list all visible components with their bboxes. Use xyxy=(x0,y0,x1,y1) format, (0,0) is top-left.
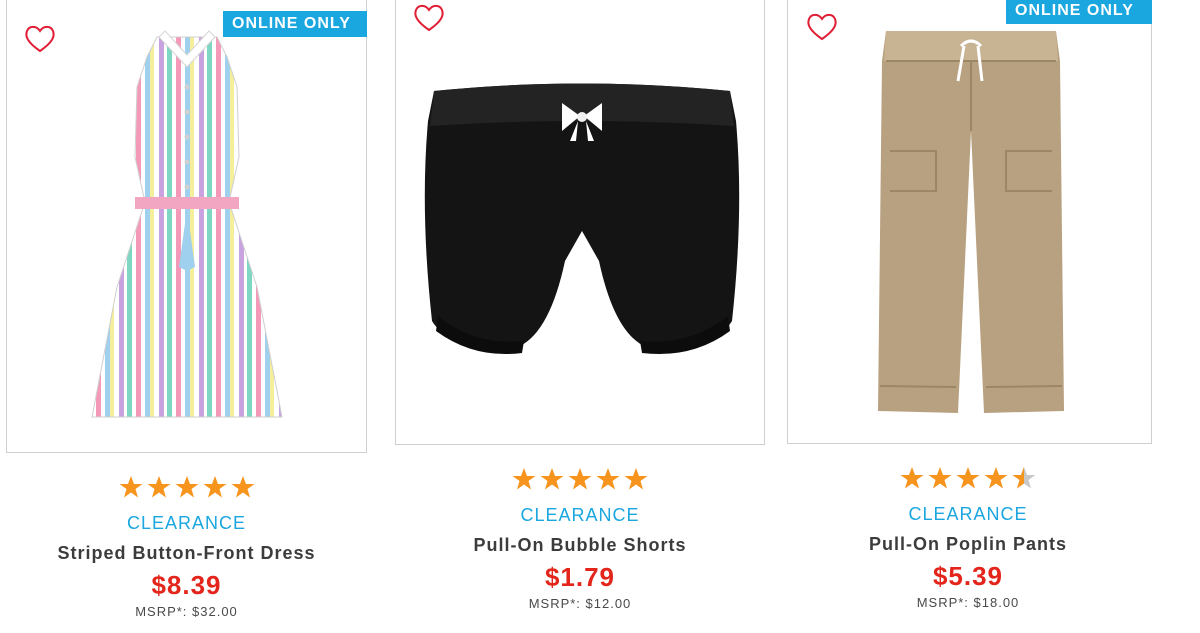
favorite-heart-icon[interactable] xyxy=(23,24,57,54)
star-icon xyxy=(511,466,537,492)
product-price: $1.79 xyxy=(544,562,616,592)
star-icon xyxy=(230,474,256,500)
product-msrp: MSRP*: $32.00 xyxy=(135,604,238,619)
star-icon xyxy=(118,474,144,500)
product-info: CLEARANCE Pull-On Poplin Pants $5.39 MSR… xyxy=(787,465,1149,611)
clearance-label: CLEARANCE xyxy=(520,505,640,525)
product-image-frame[interactable] xyxy=(6,0,367,453)
star-icon xyxy=(146,474,172,500)
star-icon xyxy=(955,465,981,491)
product-title-link[interactable]: Pull-On Bubble Shorts xyxy=(395,534,765,556)
product-title-link[interactable]: Pull-On Poplin Pants xyxy=(787,533,1149,555)
star-icon xyxy=(202,474,228,500)
product-price: $8.39 xyxy=(151,570,222,600)
star-icon xyxy=(927,465,953,491)
product-image-pants[interactable] xyxy=(876,21,1066,421)
rating-stars xyxy=(6,474,367,502)
star-icon xyxy=(983,465,1009,491)
product-image-frame[interactable] xyxy=(787,0,1152,444)
star-icon xyxy=(567,466,593,492)
online-only-badge: ONLINE ONLY xyxy=(1006,0,1152,24)
star-icon xyxy=(899,465,925,491)
product-info: CLEARANCE Pull-On Bubble Shorts $1.79 MS… xyxy=(395,466,765,612)
product-image-dress[interactable] xyxy=(87,27,287,427)
star-icon xyxy=(174,474,200,500)
product-image-frame[interactable] xyxy=(395,0,765,445)
product-msrp: MSRP*: $12.00 xyxy=(528,596,632,611)
favorite-heart-icon[interactable] xyxy=(805,12,839,42)
rating-stars xyxy=(787,465,1149,493)
rating-stars xyxy=(395,466,765,494)
product-title-link[interactable]: Striped Button-Front Dress xyxy=(6,542,367,564)
product-price: $5.39 xyxy=(932,561,1004,591)
favorite-heart-icon[interactable] xyxy=(412,3,446,33)
star-icon xyxy=(623,466,649,492)
half-star-icon xyxy=(1011,465,1037,491)
product-info: CLEARANCE Striped Button-Front Dress $8.… xyxy=(6,474,367,620)
clearance-label: CLEARANCE xyxy=(908,504,1028,524)
product-msrp: MSRP*: $18.00 xyxy=(916,595,1020,610)
star-icon xyxy=(595,466,621,492)
product-image-shorts[interactable] xyxy=(414,61,750,361)
clearance-label: CLEARANCE xyxy=(126,513,247,533)
star-icon xyxy=(539,466,565,492)
online-only-badge: ONLINE ONLY xyxy=(223,11,367,37)
